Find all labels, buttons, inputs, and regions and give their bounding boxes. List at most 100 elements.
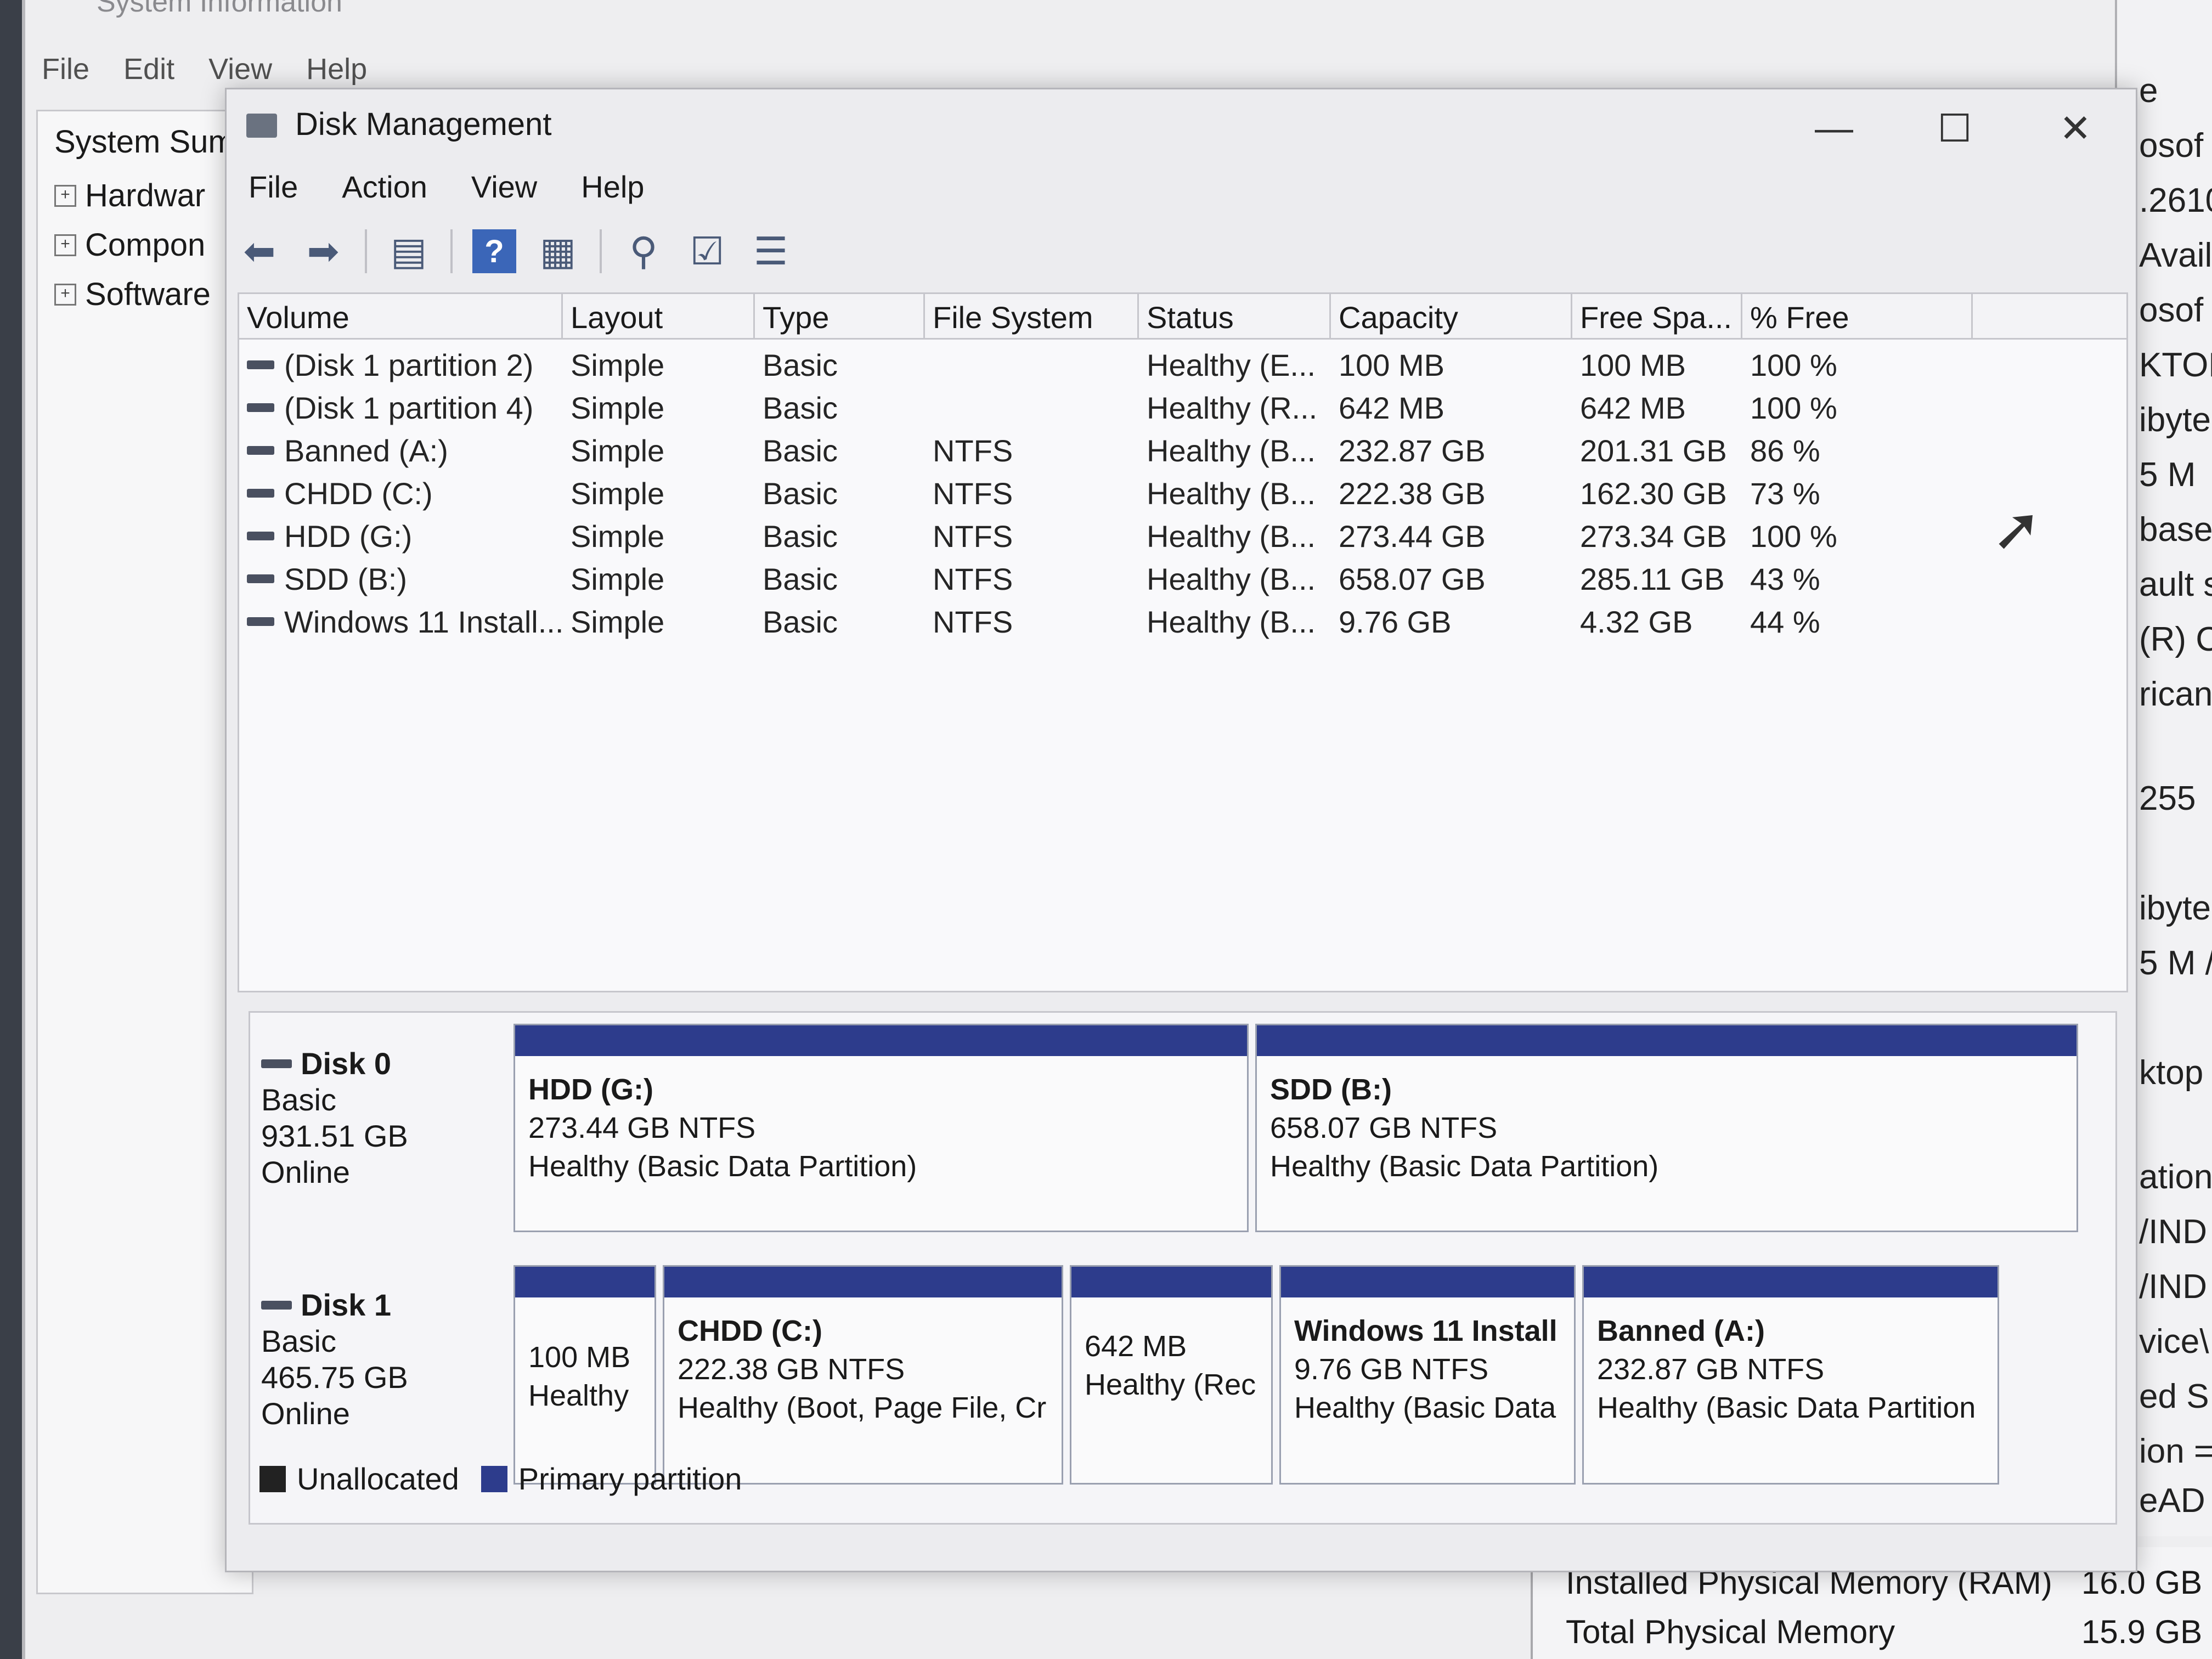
value-fragment: base	[2139, 511, 2212, 549]
expand-icon[interactable]: +	[54, 234, 76, 256]
toolbar-separator	[600, 229, 602, 273]
close-button[interactable]: ✕	[2048, 106, 2103, 151]
cell-text: Healthy (B...	[1147, 433, 1316, 468]
forward-arrow-icon[interactable]: ➡	[301, 229, 345, 273]
column-header-file-system[interactable]: File System	[925, 294, 1139, 338]
help-icon[interactable]: ?	[472, 229, 516, 273]
cell-text: HDD (G:)	[284, 518, 413, 554]
cell-free-space: 642 MB	[1572, 390, 1742, 426]
cell-text: Windows 11 Install...	[284, 604, 563, 639]
partition-size: 9.76 GB NTFS	[1294, 1353, 1489, 1386]
cell-volume: HDD (G:)	[239, 518, 563, 554]
table-row[interactable]: CHDD (C:) Simple Basic NTFS Healthy (B... 222…	[239, 472, 2126, 515]
value-fragment: vice\	[2139, 1323, 2209, 1361]
partition-name: SDD (B:)	[1270, 1073, 1392, 1106]
tree-item-software[interactable]: + Software	[54, 276, 211, 313]
cell-text: 86 %	[1750, 433, 1820, 468]
column-header-capacity[interactable]: Capacity	[1331, 294, 1572, 338]
cell-file-system: NTFS	[925, 604, 1139, 640]
column-header-status[interactable]: Status	[1139, 294, 1331, 338]
value-fragment: /IND	[2139, 1213, 2207, 1251]
table-row[interactable]: Windows 11 Install... Simple Basic NTFS Heal…	[239, 600, 2126, 643]
tree-item-hardware[interactable]: + Hardwar	[54, 177, 205, 214]
menu-action[interactable]: Action	[342, 169, 427, 205]
tree-item-label: Compon	[85, 227, 206, 263]
sysinfo-menu-view[interactable]: View	[208, 52, 272, 86]
table-row[interactable]: (Disk 1 partition 4) Simple Basic Healthy (…	[239, 386, 2126, 429]
check-list-icon[interactable]: ☑	[685, 229, 729, 273]
toolbar-separator	[450, 229, 453, 273]
cell-text: NTFS	[933, 433, 1013, 468]
settings-list-icon[interactable]: ☰	[749, 229, 793, 273]
value-fragment: ion =	[2139, 1432, 2212, 1470]
cell-text: Simple	[571, 561, 665, 596]
show-hide-console-tree-icon[interactable]: ▤	[387, 229, 431, 273]
sysinfo-menu-edit[interactable]: Edit	[123, 52, 174, 86]
sysinfo-menu-help[interactable]: Help	[306, 52, 367, 86]
window-title: Disk Management	[295, 106, 552, 142]
disk-type: Basic	[261, 1082, 336, 1117]
cell-text: 100 MB	[1580, 347, 1686, 382]
cell-text: CHDD (C:)	[284, 476, 433, 511]
value-fragment: /IND	[2139, 1268, 2207, 1306]
column-header-percent-free[interactable]: % Free	[1742, 294, 1973, 338]
toolbar: ⬅ ➡ ▤ ? ▦ ⚲ ☑ ☰	[238, 221, 793, 281]
tree-item-components[interactable]: + Compon	[54, 227, 205, 263]
column-header-free-space[interactable]: Free Spa...	[1572, 294, 1742, 338]
menu-view[interactable]: View	[471, 169, 537, 205]
cell-text: Basic	[763, 347, 838, 382]
cell-free-space: 285.11 GB	[1572, 561, 1742, 597]
disk-0-label[interactable]: Disk 0 Basic 931.51 GB Online	[261, 1046, 503, 1190]
primary-partition-swatch	[481, 1465, 507, 1492]
menu-help[interactable]: Help	[581, 169, 644, 205]
properties-icon[interactable]: ▦	[536, 229, 580, 273]
partition-disk1-recovery[interactable]: 642 MB Healthy (Rec	[1070, 1265, 1273, 1485]
volume-icon	[247, 489, 274, 498]
value-fragment: osof	[2139, 291, 2204, 329]
partition-color-bar	[664, 1267, 1062, 1297]
expand-icon[interactable]: +	[54, 184, 76, 207]
partition-sdd-b[interactable]: SDD (B:) 658.07 GB NTFS Healthy (Basic D…	[1255, 1024, 2078, 1232]
column-header-layout[interactable]: Layout	[563, 294, 755, 338]
cell-volume: Banned (A:)	[239, 433, 563, 469]
partition-hdd-g[interactable]: HDD (G:) 273.44 GB NTFS Healthy (Basic D…	[514, 1024, 1249, 1232]
cell-volume: (Disk 1 partition 4)	[239, 390, 563, 426]
value-fragment: KTOP	[2139, 346, 2212, 384]
menu-file[interactable]: File	[249, 169, 298, 205]
table-row[interactable]: SDD (B:) Simple Basic NTFS Healthy (B... 658.…	[239, 557, 2126, 600]
disk-name-text: Disk 0	[301, 1046, 391, 1081]
partition-info: SDD (B:) 658.07 GB NTFS Healthy (Basic D…	[1270, 1070, 1658, 1186]
cell-free-space: 4.32 GB	[1572, 604, 1742, 640]
sysinfo-menu-file[interactable]: File	[42, 52, 89, 86]
disk-management-app-icon	[246, 114, 277, 138]
cell-text: Simple	[571, 518, 665, 554]
disk-name: Disk 1	[261, 1287, 503, 1323]
column-header-type[interactable]: Type	[755, 294, 925, 338]
cell-file-system: NTFS	[925, 561, 1139, 597]
table-row[interactable]: Banned (A:) Simple Basic NTFS Healthy (B... 2…	[239, 429, 2126, 472]
cell-text: Simple	[571, 433, 665, 468]
partition-disk1-efi[interactable]: 100 MB Healthy	[514, 1265, 656, 1485]
partition-banned-a[interactable]: Banned (A:) 232.87 GB NTFS Healthy (Basi…	[1582, 1265, 1999, 1485]
title-bar[interactable]: Disk Management — ☐ ✕	[227, 89, 2136, 155]
partition-status: Healthy (Basic Data Partition)	[1270, 1150, 1659, 1183]
partition-chdd-c[interactable]: CHDD (C:) 222.38 GB NTFS Healthy (Boot, …	[663, 1265, 1063, 1485]
cell-text: NTFS	[933, 476, 1013, 511]
value-fragment: ation	[2139, 1158, 2212, 1196]
minimize-button[interactable]: —	[1807, 106, 1861, 150]
partition-color-bar	[1071, 1267, 1271, 1297]
column-header-volume[interactable]: Volume	[239, 294, 563, 338]
expand-icon[interactable]: +	[54, 283, 76, 306]
disk-icon	[261, 1059, 292, 1068]
table-row[interactable]: (Disk 1 partition 2) Simple Basic Healthy (…	[239, 343, 2126, 386]
disk-1-label[interactable]: Disk 1 Basic 465.75 GB Online	[261, 1287, 503, 1432]
maximize-button[interactable]: ☐	[1927, 106, 1982, 151]
value-fragment: osof	[2139, 127, 2204, 165]
back-arrow-icon[interactable]: ⬅	[238, 229, 281, 273]
tree-item-system-summary[interactable]: System Sum	[54, 123, 235, 160]
partition-windows-11-install[interactable]: Windows 11 Install 9.76 GB NTFS Healthy …	[1279, 1265, 1576, 1485]
partition-name: HDD (G:)	[528, 1073, 653, 1106]
connect-virtual-disk-icon[interactable]: ⚲	[622, 229, 665, 273]
table-row[interactable]: HDD (G:) Simple Basic NTFS Healthy (B... 273.…	[239, 515, 2126, 557]
legend-primary-partition: Primary partition	[518, 1462, 742, 1496]
